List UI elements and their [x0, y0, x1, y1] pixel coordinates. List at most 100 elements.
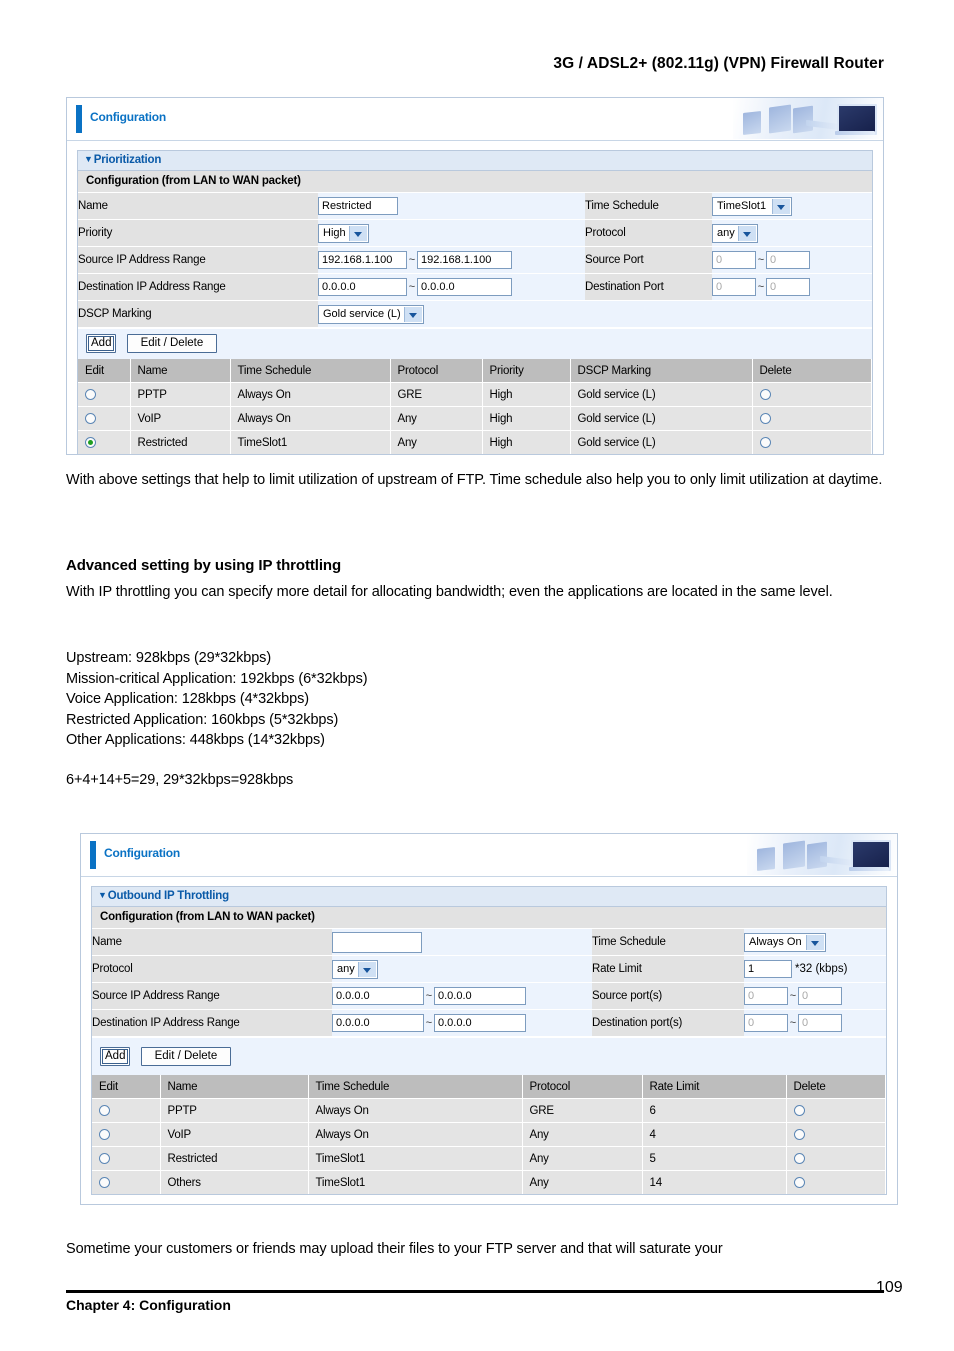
- priority-select[interactable]: High: [318, 223, 369, 243]
- cell-protocol: Any: [522, 1122, 643, 1147]
- name-input[interactable]: [332, 931, 422, 953]
- dest-port-from-input[interactable]: 0: [744, 1014, 788, 1032]
- dest-port-from-input[interactable]: 0: [712, 278, 756, 296]
- table-row: Restricted TimeSlot1 Any 5: [92, 1146, 886, 1171]
- panel2-header-title: Configuration: [104, 846, 181, 860]
- cell-protocol: Any: [522, 1170, 643, 1194]
- label-time-schedule: Time Schedule: [585, 193, 712, 220]
- time-schedule-value: TimeSlot1: [717, 199, 767, 212]
- edit-radio[interactable]: [99, 1128, 110, 1140]
- add-button[interactable]: Add: [86, 334, 117, 353]
- delete-radio[interactable]: [793, 1104, 805, 1116]
- source-port-to-input[interactable]: 0: [766, 251, 810, 269]
- cell-delete-radio: [786, 1170, 886, 1194]
- label-name: Name: [78, 193, 318, 220]
- prioritization-rules-table: Edit Name Time Schedule Protocol Priorit…: [78, 359, 872, 454]
- source-ip-from-input[interactable]: 192.168.1.100: [318, 251, 407, 269]
- cell-priority: High: [482, 382, 571, 407]
- cell-source-ports: 0 ~0: [744, 982, 886, 1010]
- form-row-source-ip: Source IP Address Range 192.168.1.100 ~19…: [78, 246, 872, 274]
- delete-radio[interactable]: [793, 1152, 805, 1164]
- panel1-subhead: Configuration (from LAN to WAN packet): [78, 171, 872, 193]
- range-separator: ~: [425, 1017, 433, 1029]
- delete-radio[interactable]: [793, 1128, 805, 1140]
- edit-radio[interactable]: [85, 412, 96, 424]
- cell-time-schedule: TimeSlot1: [308, 1146, 523, 1171]
- prioritization-form: Name Restricted Time Schedule TimeSlot1 …: [78, 193, 872, 328]
- outbound-ip-throttling-screenshot: Configuration ▼Outbound IP Throttling Co…: [80, 833, 898, 1205]
- heading-text: Advanced setting by using IP throttling: [66, 557, 342, 574]
- label-source-ip-range: Source IP Address Range: [92, 982, 332, 1010]
- chevron-down-icon: [357, 961, 376, 977]
- col-edit: Edit: [92, 1075, 161, 1099]
- form-row-dest-ip: Destination IP Address Range 0.0.0.0 ~0.0…: [78, 273, 872, 301]
- paragraph-ip-throttling: With IP throttling you can specify more …: [66, 582, 888, 603]
- edit-radio[interactable]: [99, 1104, 110, 1116]
- source-ip-to-input[interactable]: 192.168.1.100: [417, 251, 512, 269]
- panel1-section-header[interactable]: ▼Prioritization: [78, 151, 872, 171]
- cell-protocol: Any: [390, 406, 483, 431]
- dest-ip-from-input[interactable]: 0.0.0.0: [318, 278, 407, 296]
- edit-radio[interactable]: [85, 388, 96, 400]
- cell-protocol: GRE: [522, 1098, 643, 1123]
- delete-radio[interactable]: [759, 412, 771, 424]
- delete-radio[interactable]: [759, 436, 771, 448]
- cell-name: Restricted: [130, 430, 231, 454]
- paragraph-ftp-saturate: Sometime your customers or friends may u…: [66, 1239, 896, 1260]
- collapse-triangle-icon: ▼: [84, 154, 93, 164]
- range-separator: ~: [408, 254, 416, 266]
- source-port-from-input[interactable]: 0: [744, 987, 788, 1005]
- cell-delete-radio: [786, 1098, 886, 1123]
- dest-ip-to-input[interactable]: 0.0.0.0: [417, 278, 512, 296]
- edit-radio[interactable]: [99, 1176, 110, 1188]
- edit-delete-button[interactable]: Edit / Delete: [140, 1047, 231, 1066]
- source-port-to-input[interactable]: 0: [798, 987, 842, 1005]
- source-ip-to-input[interactable]: 0.0.0.0: [434, 987, 526, 1005]
- dest-ip-from-input[interactable]: 0.0.0.0: [332, 1014, 424, 1032]
- edit-radio[interactable]: [99, 1152, 110, 1164]
- form-row-name: Name Time Schedule Always On: [92, 929, 886, 956]
- delete-radio[interactable]: [759, 388, 771, 400]
- footer-divider: [66, 1290, 884, 1293]
- cell-time-schedule: Always On: [308, 1122, 523, 1147]
- cell-dscp-select: Gold service (L): [318, 300, 872, 328]
- panel1-header: Configuration: [67, 98, 883, 141]
- label-source-port: Source Port: [585, 246, 712, 274]
- outbound-throttling-rules-table: Edit Name Time Schedule Protocol Rate Li…: [92, 1075, 886, 1194]
- cell-edit-radio: [78, 406, 131, 431]
- bandwidth-line: Voice Application: 128kbps (4*32kbps): [66, 691, 309, 707]
- rate-limit-input[interactable]: 1: [744, 960, 792, 978]
- col-name: Name: [130, 359, 231, 383]
- source-ip-from-input[interactable]: 0.0.0.0: [332, 987, 424, 1005]
- time-schedule-select[interactable]: TimeSlot1: [712, 196, 792, 216]
- panel2-section-header[interactable]: ▼Outbound IP Throttling: [92, 887, 886, 907]
- cell-protocol: Any: [522, 1146, 643, 1171]
- range-separator: ~: [757, 254, 765, 266]
- panel1-body: ▼Prioritization Configuration (from LAN …: [67, 141, 883, 465]
- protocol-select[interactable]: any: [332, 959, 378, 979]
- edit-delete-button[interactable]: Edit / Delete: [126, 334, 217, 353]
- protocol-select[interactable]: any: [712, 223, 758, 243]
- cell-source-ip-range: 0.0.0.0 ~0.0.0.0: [332, 982, 592, 1010]
- edit-radio-selected[interactable]: [85, 436, 96, 448]
- dest-port-to-input[interactable]: 0: [766, 278, 810, 296]
- add-button[interactable]: Add: [100, 1047, 131, 1066]
- source-port-from-input[interactable]: 0: [712, 251, 756, 269]
- delete-radio[interactable]: [793, 1176, 805, 1188]
- prioritization-screenshot: Configuration ▼Prioritization Configurat…: [66, 97, 884, 455]
- name-input[interactable]: Restricted: [318, 197, 398, 215]
- cell-time-schedule-select: Always On: [744, 929, 886, 956]
- table-header-row: Edit Name Time Schedule Protocol Rate Li…: [92, 1075, 886, 1099]
- dscp-marking-select[interactable]: Gold service (L): [318, 304, 424, 324]
- protocol-value: any: [717, 226, 735, 239]
- cell-name-input: Restricted: [318, 193, 585, 220]
- dest-ip-to-input[interactable]: 0.0.0.0: [434, 1014, 526, 1032]
- dest-port-to-input[interactable]: 0: [798, 1014, 842, 1032]
- panel2-button-row: Add Edit / Delete: [92, 1037, 886, 1075]
- time-schedule-select[interactable]: Always On: [744, 932, 826, 952]
- label-source-ip-range: Source IP Address Range: [78, 246, 318, 274]
- cell-priority: High: [482, 406, 571, 431]
- label-dest-ip-range: Destination IP Address Range: [78, 273, 318, 301]
- cell-dscp: Gold service (L): [570, 406, 753, 431]
- heading-advanced-setting: Advanced setting by using IP throttling: [66, 556, 888, 577]
